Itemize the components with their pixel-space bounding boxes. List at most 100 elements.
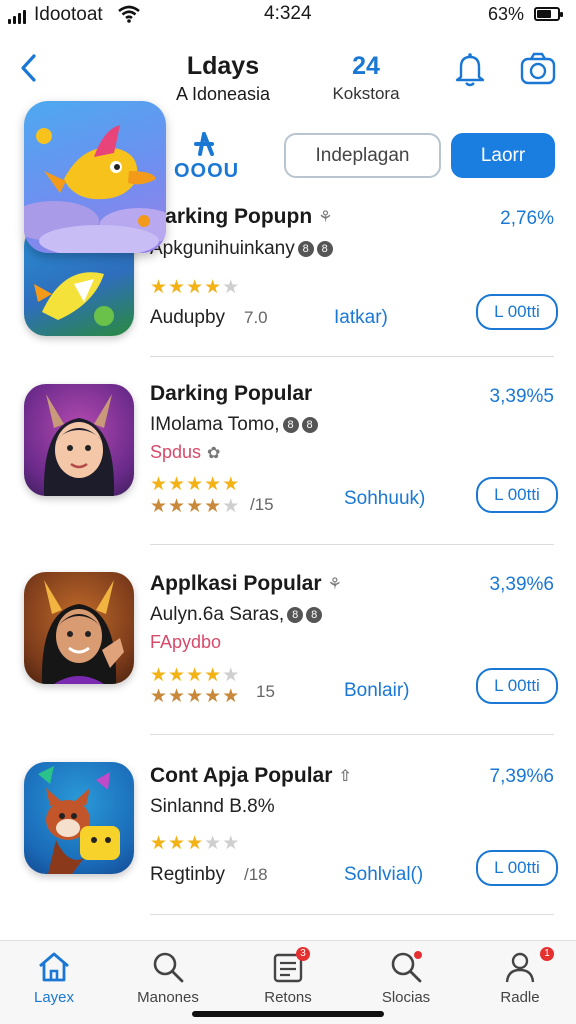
star-icon: ★	[222, 474, 241, 495]
tab-search[interactable]: Manones	[118, 949, 218, 1013]
divider	[150, 544, 554, 545]
tab-profile[interactable]: 1 Radle	[470, 947, 570, 1013]
app-subtitle-text: IMolama Tomo,	[150, 414, 280, 435]
verified-icon: 8	[287, 606, 304, 623]
verified-icon: 8	[316, 240, 333, 257]
carrier-name: Idootoat	[34, 4, 103, 25]
app-name: Applkasi Popular ⚘	[150, 572, 342, 596]
star-icon: ★	[186, 665, 205, 686]
star-icon: ★	[204, 665, 223, 686]
share-icon[interactable]: ⇧	[338, 766, 351, 786]
app-subtitle-text: Apkgunihuinkany	[150, 238, 295, 259]
tab-badge: 1	[540, 947, 554, 961]
app-tag: Spdus ✿	[150, 442, 220, 463]
app-score: 15	[256, 682, 275, 701]
tab-label: Radle	[500, 989, 540, 1006]
get-button[interactable]: L 00tti	[476, 294, 558, 330]
search-icon	[153, 952, 184, 983]
rating-stars: ★★★★★	[150, 278, 240, 297]
app-icon[interactable]	[24, 384, 134, 496]
star-icon: ★	[150, 665, 169, 686]
app-name: Darking Popular	[150, 382, 313, 405]
star-icon: ★	[204, 474, 223, 495]
battery-percent: 63%	[488, 4, 525, 24]
star-icon: ★	[204, 496, 223, 517]
rating-stars: ★★★★★	[150, 475, 240, 494]
bell-icon[interactable]	[452, 50, 488, 88]
app-name-text: Cont Apja Popular	[150, 764, 333, 787]
star-icon: ★	[150, 277, 169, 298]
rating-stars-secondary: ★★★★★	[150, 497, 240, 516]
signal-icon	[8, 10, 30, 24]
get-button[interactable]: L 00tti	[476, 850, 558, 886]
header-count: 24	[352, 52, 380, 80]
verified-icon: 8	[301, 416, 318, 433]
primary-action-button[interactable]: Laorr	[451, 133, 555, 178]
app-link[interactable]: Bonlair)	[344, 680, 409, 702]
tab-badge: 3	[296, 947, 310, 961]
fox-character-art	[38, 766, 120, 874]
user-icon	[505, 952, 535, 983]
app-percent: 2,76%	[500, 208, 554, 229]
app-score: 7.0	[244, 308, 268, 327]
star-icon: ★	[222, 686, 241, 707]
get-button[interactable]: L 00tti	[476, 668, 558, 704]
star-icon: ★	[222, 833, 241, 854]
search-icon	[391, 951, 422, 983]
app-percent: 3,39%5	[489, 386, 554, 407]
tab-search-2[interactable]: Slocias	[356, 949, 456, 1013]
star-icon: ★	[168, 474, 187, 495]
app-subtitle: Aulyn.6a Saras, 8 8	[150, 604, 323, 626]
app-name-text: Darking Popupn	[150, 205, 313, 228]
tab-news[interactable]: 3 Retons	[238, 947, 338, 1013]
rating-stars-secondary: ★★★★★	[150, 687, 240, 706]
featured-app-icon[interactable]	[24, 101, 166, 253]
clock: 4:324	[264, 3, 312, 24]
badge-icon: ✿	[207, 445, 221, 463]
list-item[interactable]: Darking Popular IMolama Tomo, 8 8 Spdus ✿ 3…	[0, 380, 576, 550]
star-icon: ★	[150, 686, 169, 707]
app-link[interactable]: Sohhuuk)	[344, 488, 425, 510]
wifi-icon	[118, 5, 140, 23]
star-icon: ★	[186, 474, 205, 495]
tab-label: Layex	[33, 989, 75, 1006]
home-indicator[interactable]	[192, 1011, 384, 1017]
star-icon: ★	[204, 686, 223, 707]
star-icon: ★	[204, 833, 223, 854]
star-icon: ★	[186, 686, 205, 707]
get-button[interactable]: L 00tti	[476, 477, 558, 513]
star-icon: ★	[168, 277, 187, 298]
list-item[interactable]: Cont Apja Popular ⇧ Sinlannd B.8% 7,39%6 …	[0, 760, 576, 920]
rating-stars: ★★★★★	[150, 666, 240, 685]
app-percent: 3,39%6	[489, 574, 554, 595]
battery-icon	[534, 7, 563, 21]
back-chevron-icon[interactable]	[14, 50, 44, 86]
app-link[interactable]: Iatkar)	[334, 307, 388, 329]
star-icon: ★	[150, 496, 169, 517]
tab-label: Manones	[137, 989, 199, 1006]
girl-character-art	[43, 394, 115, 496]
app-subtitle: Apkgunihuinkany 8 8	[150, 238, 333, 260]
app-subtitle: IMolama Tomo, 8 8	[150, 414, 318, 436]
share-icon[interactable]: ⚘	[328, 574, 342, 594]
rating-stars: ★★★★★	[150, 834, 240, 853]
share-icon[interactable]: ⚘	[318, 207, 332, 227]
divider	[150, 914, 554, 915]
app-developer: Audupby	[150, 307, 226, 328]
app-link[interactable]: Sohlvial()	[344, 864, 423, 886]
app-tag: FApydbo	[150, 632, 222, 652]
tab-home[interactable]: Layex	[4, 949, 104, 1013]
star-icon: ★	[204, 277, 223, 298]
tab-label: Retons	[264, 989, 312, 1006]
brand-logo: OOOU	[172, 128, 240, 184]
brand-logo-text: OOOU	[174, 160, 240, 182]
star-icon: ★	[150, 833, 169, 854]
list-item[interactable]: Applkasi Popular ⚘ Aulyn.6a Saras, 8 8 FApy…	[0, 570, 576, 740]
app-icon[interactable]	[24, 572, 134, 684]
star-icon: ★	[150, 474, 169, 495]
star-icon: ★	[222, 496, 241, 517]
secondary-action-button[interactable]: Indeplagan	[284, 133, 441, 178]
page-subtitle: A Idoneasia	[175, 84, 271, 104]
app-icon[interactable]	[24, 762, 134, 874]
camera-icon[interactable]	[518, 50, 558, 88]
